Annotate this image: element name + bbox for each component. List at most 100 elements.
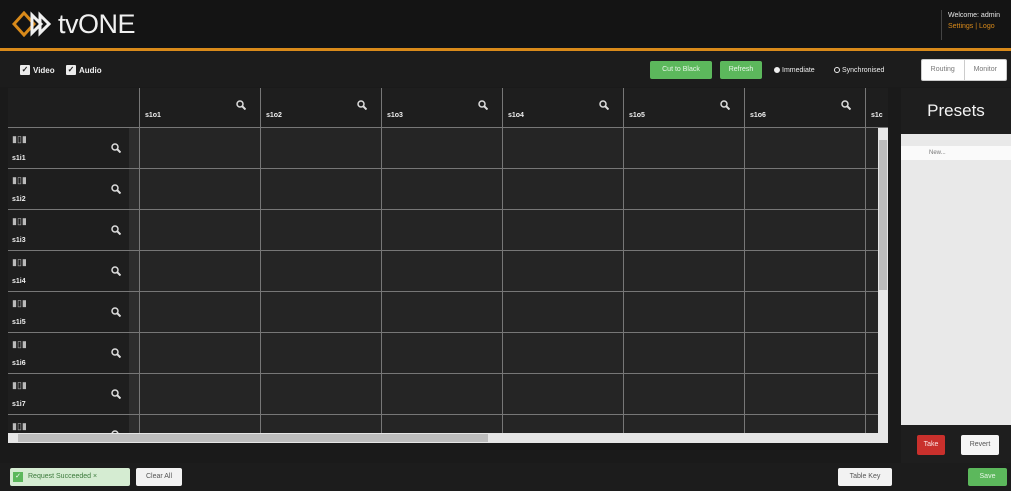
routing-tab[interactable]: Routing <box>922 60 964 80</box>
horizontal-scroll-thumb[interactable] <box>18 434 488 442</box>
vertical-scroll-thumb[interactable] <box>879 140 887 290</box>
crosspoint-cell[interactable] <box>503 251 624 292</box>
crosspoint-cell[interactable] <box>140 128 261 169</box>
crosspoint-cell[interactable] <box>745 374 866 415</box>
audio-checkbox[interactable]: ✓ Audio <box>66 65 102 75</box>
crosspoint-cell[interactable] <box>382 169 503 210</box>
revert-button[interactable]: Revert <box>961 435 999 455</box>
signal-bars-icon: ▮▯▮ <box>12 339 27 349</box>
crosspoint-cell[interactable] <box>745 210 866 251</box>
zoom-icon[interactable] <box>111 140 122 154</box>
link-separator: | <box>975 23 978 30</box>
crosspoint-cell[interactable] <box>745 251 866 292</box>
synchronised-label: Synchronised <box>842 66 885 74</box>
crosspoint-cell[interactable] <box>745 128 866 169</box>
zoom-icon[interactable] <box>720 97 731 111</box>
video-checkbox[interactable]: ✓ Video <box>20 65 55 75</box>
crosspoint-cell[interactable] <box>382 292 503 333</box>
crosspoint-cell[interactable] <box>261 292 382 333</box>
vertical-scrollbar[interactable] <box>878 128 888 433</box>
horizontal-scrollbar[interactable] <box>8 433 888 443</box>
crosspoint-cell[interactable] <box>382 210 503 251</box>
crosspoint-cell[interactable] <box>140 292 261 333</box>
input-row-header: ▮▯▮ s1i1 <box>8 128 140 169</box>
crosspoint-cell[interactable] <box>745 169 866 210</box>
zoom-icon[interactable] <box>111 386 122 400</box>
table-key-button[interactable]: Table Key <box>838 468 892 486</box>
row-strip <box>129 210 139 250</box>
zoom-icon[interactable] <box>236 97 247 111</box>
crosspoint-cell[interactable] <box>140 374 261 415</box>
crosspoint-cell[interactable] <box>261 169 382 210</box>
input-label: s1i3 <box>12 237 26 244</box>
crosspoint-cell[interactable] <box>624 374 745 415</box>
radio-selected-icon <box>774 67 780 73</box>
crosspoint-cell[interactable] <box>261 128 382 169</box>
crosspoint-cell[interactable] <box>261 210 382 251</box>
zoom-icon[interactable] <box>111 263 122 277</box>
zoom-icon[interactable] <box>599 97 610 111</box>
crosspoint-cell[interactable] <box>382 251 503 292</box>
clear-all-button[interactable]: Clear All <box>136 468 182 486</box>
logout-link[interactable]: Logo <box>979 23 995 30</box>
input-label: s1i6 <box>12 360 26 367</box>
crosspoint-cell[interactable] <box>503 128 624 169</box>
view-switcher: Routing Monitor <box>921 59 1007 81</box>
monitor-tab[interactable]: Monitor <box>963 60 1007 80</box>
crosspoint-cell[interactable] <box>624 169 745 210</box>
status-message: ✓ Request Succeeded × <box>10 468 130 486</box>
immediate-radio[interactable]: Immediate <box>774 65 815 75</box>
logo: tvONE <box>12 7 136 41</box>
zoom-icon[interactable] <box>111 304 122 318</box>
save-button[interactable]: Save <box>968 468 1007 486</box>
crosspoint-cell[interactable] <box>503 210 624 251</box>
footer-bar: ✓ Request Succeeded × Clear All Table Ke… <box>0 463 1011 491</box>
crosspoint-cell[interactable] <box>624 128 745 169</box>
settings-link[interactable]: Settings <box>948 23 973 30</box>
signal-bars-icon: ▮▯▮ <box>12 216 27 226</box>
crosspoint-cell[interactable] <box>382 374 503 415</box>
zoom-icon[interactable] <box>478 97 489 111</box>
crosspoint-cell[interactable] <box>140 210 261 251</box>
crosspoint-cell[interactable] <box>745 292 866 333</box>
crosspoint-cell[interactable] <box>140 251 261 292</box>
crosspoint-cell[interactable] <box>503 169 624 210</box>
user-box: Welcome: admin Settings | Logo <box>941 10 1011 40</box>
zoom-icon[interactable] <box>357 97 368 111</box>
crosspoint-cell[interactable] <box>382 333 503 374</box>
cut-to-black-button[interactable]: Cut to Black <box>650 61 712 79</box>
crosspoint-cell[interactable] <box>140 169 261 210</box>
status-close-icon[interactable]: × <box>93 473 97 480</box>
crosspoint-cell[interactable] <box>624 333 745 374</box>
zoom-icon[interactable] <box>111 222 122 236</box>
crosspoint-cell[interactable] <box>382 128 503 169</box>
take-button[interactable]: Take <box>917 435 945 455</box>
output-column-header: s1o6 <box>745 88 866 128</box>
crosspoint-cell[interactable] <box>503 374 624 415</box>
refresh-button[interactable]: Refresh <box>720 61 762 79</box>
synchronised-radio[interactable]: Synchronised <box>834 65 884 75</box>
crosspoint-cell[interactable] <box>140 333 261 374</box>
output-label: s1o5 <box>629 112 645 119</box>
zoom-icon[interactable] <box>111 345 122 359</box>
new-preset-item[interactable]: New... <box>901 146 1011 160</box>
video-label: Video <box>33 65 55 75</box>
crosspoint-cell[interactable] <box>624 210 745 251</box>
crosspoint-cell[interactable] <box>624 292 745 333</box>
crosspoint-cell[interactable] <box>503 333 624 374</box>
crosspoint-cell[interactable] <box>745 333 866 374</box>
crosspoint-cell[interactable] <box>503 292 624 333</box>
output-column-header: s1o4 <box>503 88 624 128</box>
zoom-icon[interactable] <box>111 181 122 195</box>
signal-bars-icon: ▮▯▮ <box>12 257 27 267</box>
crosspoint-cell[interactable] <box>261 251 382 292</box>
crosspoint-cell[interactable] <box>624 251 745 292</box>
crosspoint-cell[interactable] <box>261 374 382 415</box>
output-label: s1o3 <box>387 112 403 119</box>
zoom-icon[interactable] <box>841 97 852 111</box>
crosspoint-cell[interactable] <box>261 333 382 374</box>
success-icon: ✓ <box>13 472 23 482</box>
toolbar: ✓ Video ✓ Audio Cut to Black Refresh Imm… <box>0 51 1011 87</box>
input-label: s1i5 <box>12 319 26 326</box>
row-strip <box>129 292 139 332</box>
